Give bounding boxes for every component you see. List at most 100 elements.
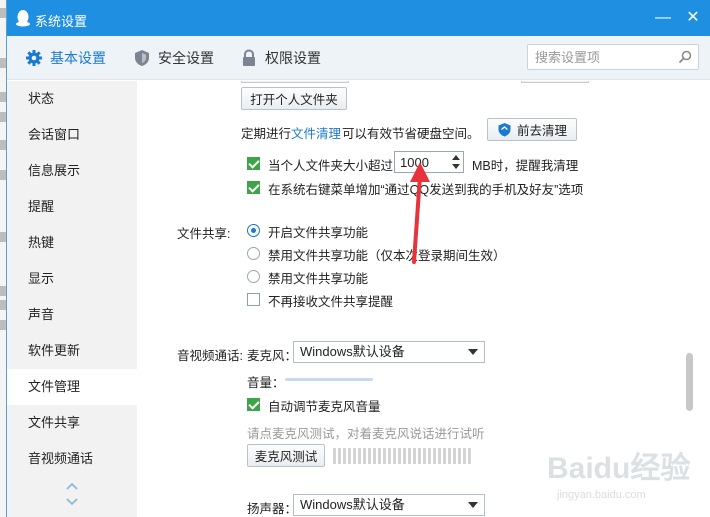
watermark-brand: Baidu经验 — [547, 451, 690, 485]
title-bar: 系统设置 — ✕ — [7, 0, 710, 36]
mic-level-bar — [368, 448, 371, 464]
gear-icon — [26, 50, 42, 66]
go-clean-button[interactable]: 前去清理 — [487, 118, 577, 141]
tab-permission-settings[interactable]: 权限设置 — [240, 36, 321, 80]
settings-sidebar: 状态 会话窗口 信息展示 提醒 热键 显示 声音 软件更新 文件管理 文件共享 … — [7, 81, 137, 517]
mic-level-bar — [428, 448, 431, 464]
content-scrollbar-thumb[interactable] — [686, 353, 693, 411]
share-disable-radio[interactable] — [247, 270, 260, 283]
stepper-up-icon[interactable] — [449, 152, 463, 162]
settings-tab-bar: 基本设置 安全设置 权限设置 — [7, 36, 710, 80]
sidebar-item-status[interactable]: 状态 — [7, 81, 137, 117]
mic-level-bar — [438, 448, 441, 464]
open-personal-folder-button[interactable]: 打开个人文件夹 — [241, 87, 347, 110]
sidebar-item-info-display[interactable]: 信息展示 — [7, 153, 137, 189]
mic-level-bar — [398, 448, 401, 464]
mic-level-bar — [468, 448, 471, 464]
share-disable-session-label: 禁用文件共享功能（仅本次登录期间生效） — [268, 249, 506, 263]
sidebar-item-display[interactable]: 显示 — [7, 261, 137, 297]
mic-level-bar — [383, 448, 386, 464]
sidebar-item-av-call[interactable]: 音视频通话 — [7, 441, 137, 477]
stepper-down-icon[interactable] — [449, 162, 463, 172]
mic-level-bar — [363, 448, 366, 464]
no-share-prompt-label: 不再接收文件共享提醒 — [268, 295, 394, 309]
microphone-volume-slider[interactable] — [285, 378, 373, 381]
auto-clean-suffix: MB时，提醒我清理 — [472, 159, 579, 173]
mic-test-button[interactable]: 麦克风测试 — [247, 444, 325, 467]
go-clean-label: 前去清理 — [516, 124, 567, 138]
lock-icon — [243, 49, 255, 66]
share-enable-radio[interactable] — [247, 224, 260, 237]
share-enable-label: 开启文件共享功能 — [268, 226, 369, 240]
mic-level-bar — [378, 448, 381, 464]
mic-level-bar — [433, 448, 436, 464]
mic-level-bar — [408, 448, 411, 464]
file-share-section-label: 文件共享: — [177, 227, 231, 241]
microphone-select[interactable]: Windows默认设备 — [293, 341, 485, 363]
folder-size-stepper[interactable] — [394, 151, 464, 173]
microphone-selected-value: Windows默认设备 — [300, 344, 405, 359]
sidebar-item-file-sharing[interactable]: 文件共享 — [7, 405, 137, 441]
tab-security-label: 安全设置 — [158, 50, 214, 66]
tab-security-settings[interactable]: 安全设置 — [133, 36, 214, 80]
mic-level-bar — [423, 448, 426, 464]
speaker-label: 扬声器： — [247, 502, 298, 516]
sidebar-item-reminders[interactable]: 提醒 — [7, 189, 137, 225]
mic-level-bar — [463, 448, 466, 464]
mic-level-bar — [418, 448, 421, 464]
cleanup-hint-suffix: 可以有效节省硬盘空间。 — [342, 127, 480, 141]
chevron-down-icon — [468, 502, 478, 508]
context-menu-send-checkbox[interactable] — [247, 181, 260, 194]
mic-level-bar — [453, 448, 456, 464]
close-button[interactable]: ✕ — [683, 8, 703, 28]
auto-clean-label: 当个人文件夹大小超过 — [268, 159, 394, 173]
mic-level-bar — [333, 448, 336, 464]
mic-level-bar — [393, 448, 396, 464]
mic-level-bar — [403, 448, 406, 464]
cleanup-hint-prefix: 定期进行 — [241, 127, 292, 141]
scroll-down-arrow-icon[interactable] — [65, 497, 79, 507]
microphone-label: 麦克风： — [247, 349, 298, 363]
auto-adjust-mic-label: 自动调节麦克风音量 — [268, 400, 381, 414]
speaker-select[interactable]: Windows默认设备 — [293, 494, 485, 516]
mic-level-bar — [353, 448, 356, 464]
shield-icon — [135, 50, 149, 66]
tab-basic-settings[interactable]: 基本设置 — [25, 36, 106, 80]
context-menu-send-label: 在系统右键菜单增加“通过QQ发送到我的手机及好友”选项 — [268, 183, 584, 197]
search-icon[interactable] — [678, 50, 692, 64]
sidebar-item-hotkeys[interactable]: 热键 — [7, 225, 137, 261]
sidebar-item-software-update[interactable]: 软件更新 — [7, 333, 137, 369]
auto-clean-reminder-checkbox[interactable] — [247, 157, 260, 170]
speaker-selected-value: Windows默认设备 — [300, 497, 405, 512]
no-share-prompt-checkbox[interactable] — [247, 293, 260, 306]
tab-permission-label: 权限设置 — [265, 50, 321, 66]
qq-penguin-icon — [16, 10, 30, 27]
watermark-url: jingyan.baidu.com — [556, 489, 646, 501]
sidebar-item-file-management[interactable]: 文件管理 — [7, 369, 137, 405]
av-call-section-label: 音视频通话: — [177, 349, 243, 363]
baidu-jingyan-watermark-logo: Baidu经验 jingyan.baidu.com — [547, 451, 690, 501]
search-box[interactable] — [527, 44, 699, 70]
settings-window: 系统设置 — ✕ 基本设置 安全设置 权限设置 搜索设置项 状态 会话窗口 信息… — [6, 0, 710, 517]
share-disable-session-radio[interactable] — [247, 247, 260, 260]
window-title: 系统设置 — [35, 14, 88, 29]
search-input[interactable] — [528, 45, 668, 69]
mic-level-bar — [348, 448, 351, 464]
qq-guard-shield-icon — [498, 123, 511, 137]
mic-level-bar — [388, 448, 391, 464]
share-disable-label: 禁用文件共享功能 — [268, 272, 369, 286]
file-cleanup-link[interactable]: 文件清理 — [291, 123, 341, 142]
auto-adjust-mic-checkbox[interactable] — [247, 398, 260, 411]
mic-level-meter — [333, 448, 473, 464]
scroll-up-arrow-icon[interactable] — [65, 481, 79, 491]
partial-button-above-right[interactable] — [521, 81, 589, 83]
folder-size-input[interactable] — [395, 152, 447, 172]
sidebar-item-chat-window[interactable]: 会话窗口 — [7, 117, 137, 153]
minimize-button[interactable]: — — [653, 8, 673, 28]
mic-level-bar — [343, 448, 346, 464]
sidebar-item-sound[interactable]: 声音 — [7, 297, 137, 333]
partial-button-above[interactable] — [241, 81, 349, 83]
mic-level-bar — [413, 448, 416, 464]
mic-level-bar — [443, 448, 446, 464]
mic-level-bar — [373, 448, 376, 464]
